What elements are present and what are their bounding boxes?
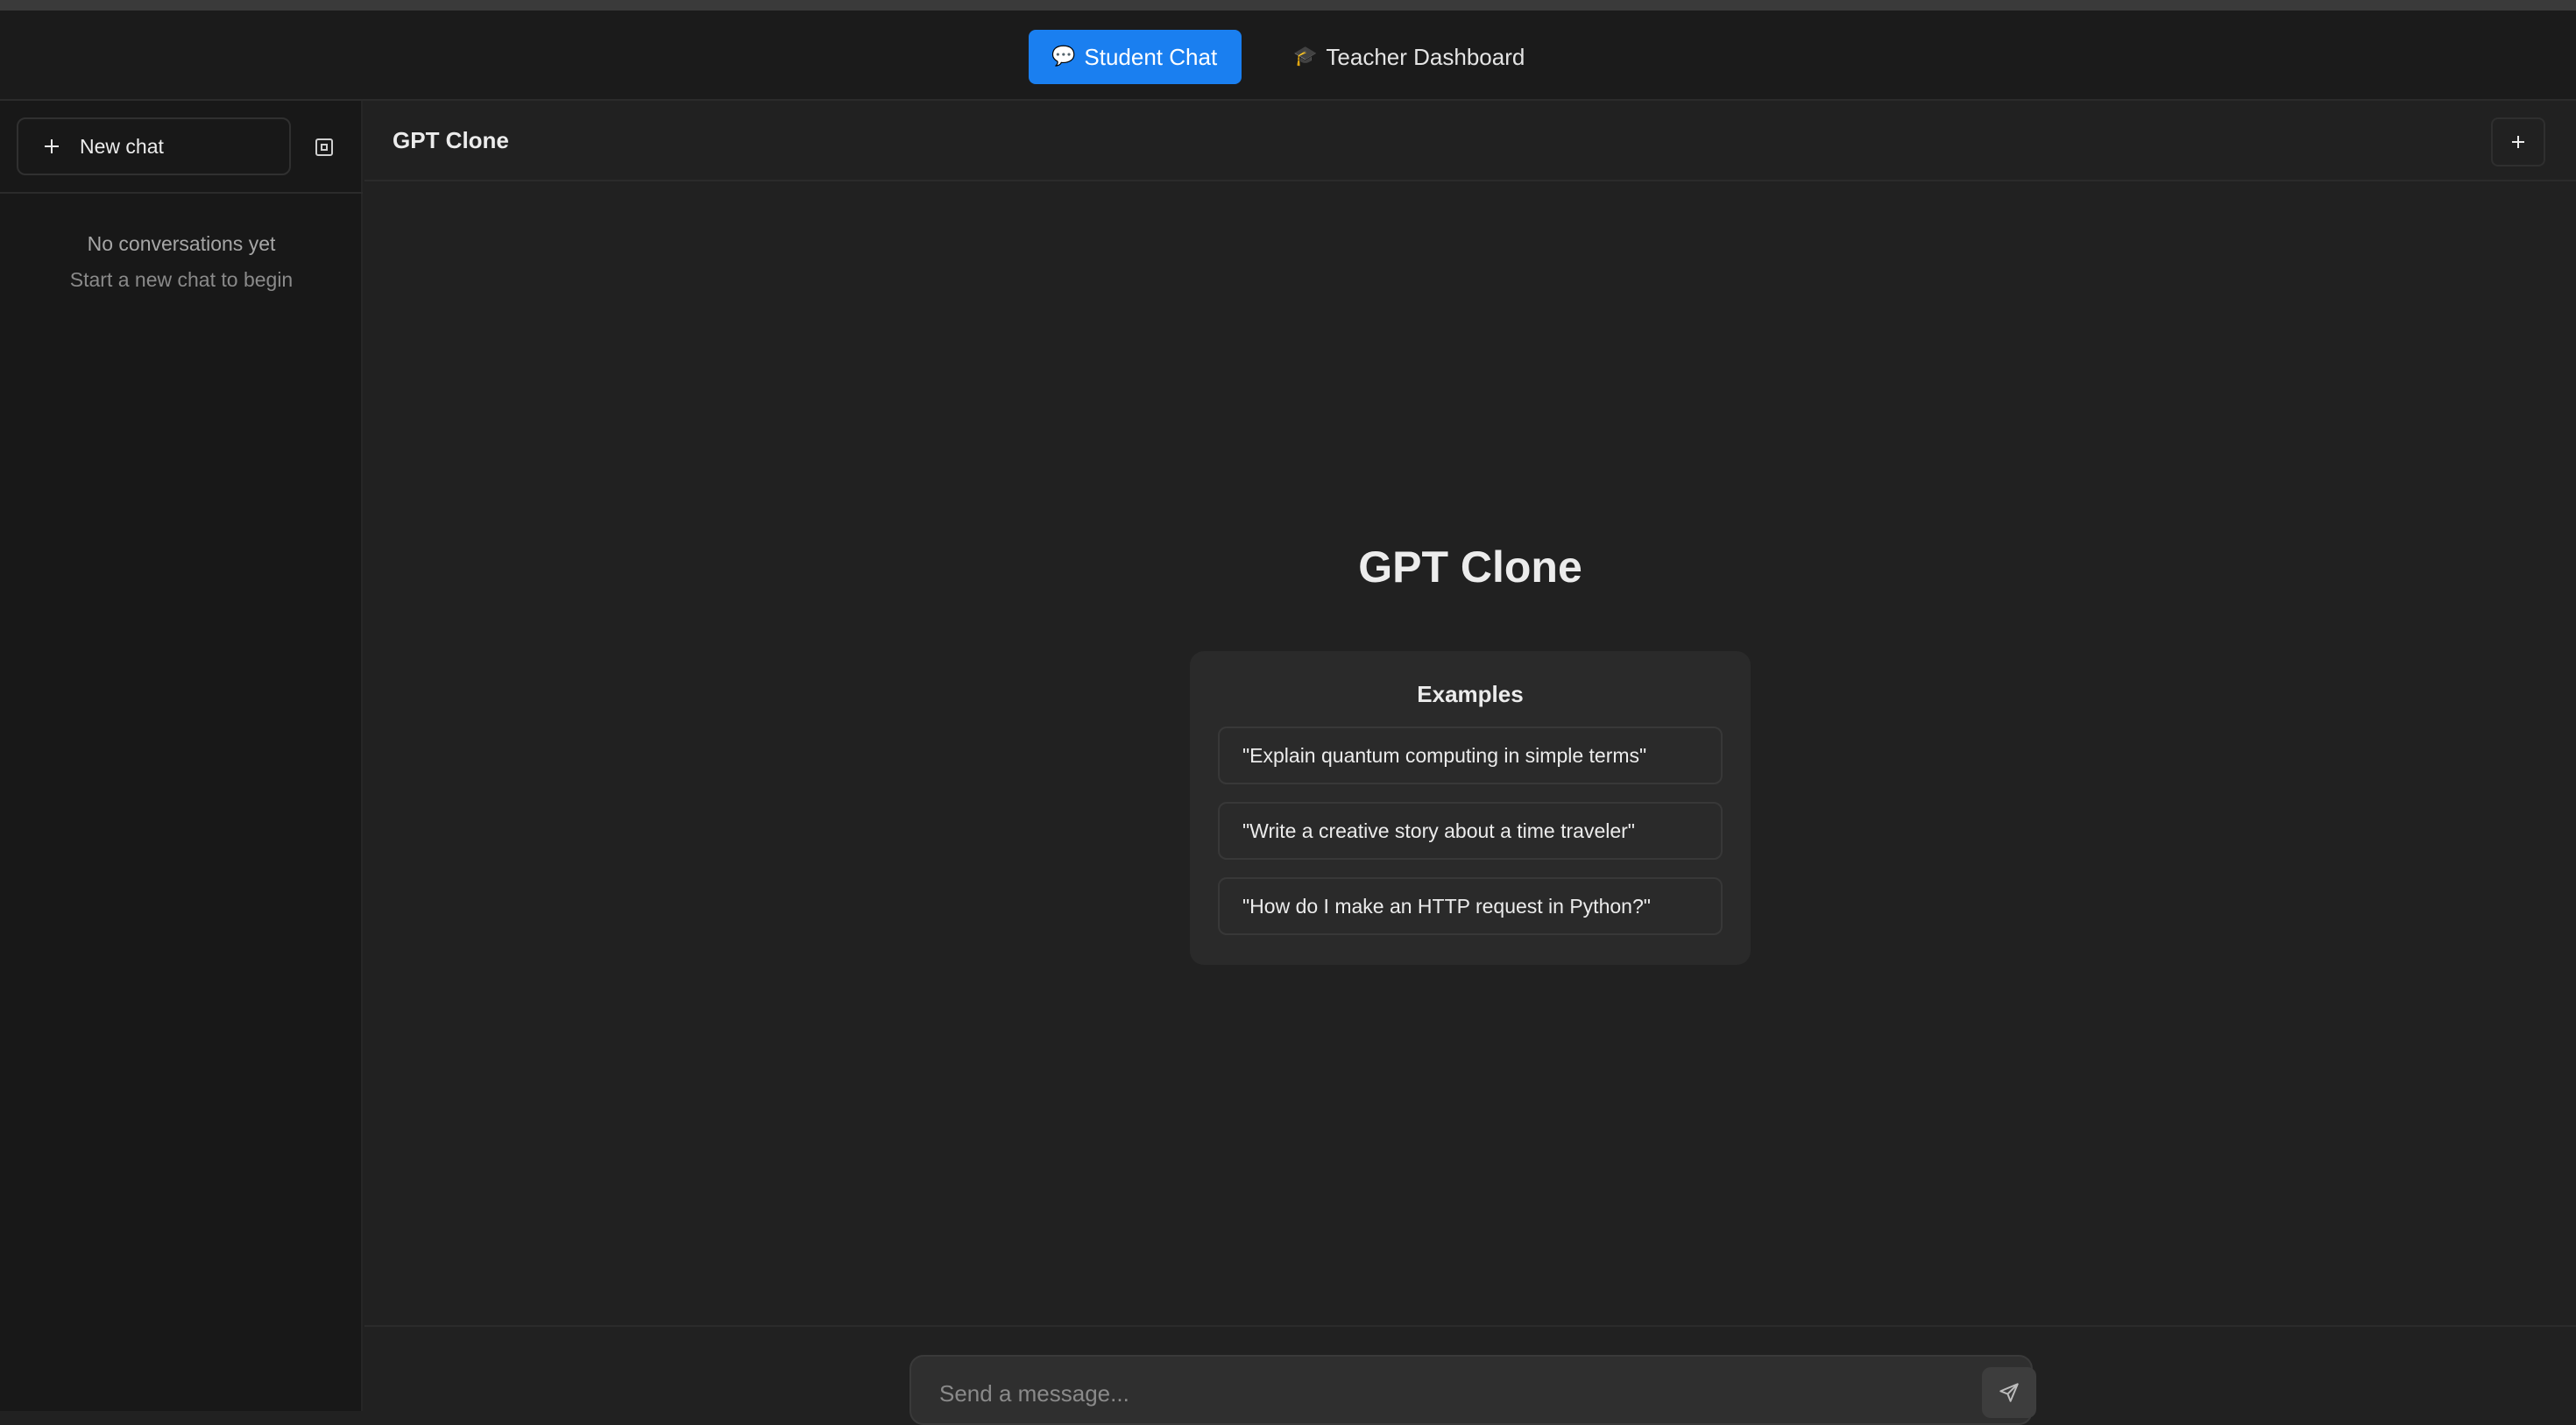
message-composer bbox=[909, 1355, 2036, 1425]
example-prompt[interactable]: "Explain quantum computing in simple ter… bbox=[1218, 727, 1723, 784]
page-title: GPT Clone bbox=[393, 127, 509, 153]
chat-main: GPT Clone GPT Clone Examples "Explain qu… bbox=[364, 101, 2576, 1425]
example-prompt[interactable]: "Write a creative story about a time tra… bbox=[1218, 802, 1723, 860]
sidebar-header: New chat bbox=[0, 101, 363, 194]
examples-card: Examples "Explain quantum computing in s… bbox=[1190, 651, 1751, 965]
example-prompt[interactable]: "How do I make an HTTP request in Python… bbox=[1218, 877, 1723, 935]
empty-state-subtitle: Start a new chat to begin bbox=[69, 268, 294, 291]
chat-header: GPT Clone bbox=[364, 101, 2576, 181]
app-top-nav: 💬 Student Chat 🎓 Teacher Dashboard bbox=[0, 11, 2576, 101]
empty-state-title: No conversations yet bbox=[87, 232, 276, 255]
new-chat-button[interactable]: New chat bbox=[17, 117, 291, 175]
toggle-sidebar-button[interactable] bbox=[308, 131, 340, 163]
sidebar-toggle-icon bbox=[315, 138, 333, 156]
composer-area bbox=[364, 1325, 2576, 1425]
tab-student-chat-label: Student Chat bbox=[1084, 43, 1218, 70]
send-icon bbox=[1999, 1383, 2019, 1402]
new-chat-header-button[interactable] bbox=[2491, 117, 2545, 167]
tab-teacher-dashboard-label: Teacher Dashboard bbox=[1326, 43, 1525, 70]
message-input[interactable] bbox=[939, 1376, 1947, 1411]
conversations-empty-state: No conversations yet Start a new chat to… bbox=[0, 232, 363, 292]
plus-icon bbox=[2512, 136, 2524, 148]
send-button[interactable] bbox=[1982, 1367, 2036, 1418]
plus-icon bbox=[45, 139, 59, 153]
new-chat-label: New chat bbox=[80, 134, 164, 158]
tab-teacher-dashboard[interactable]: 🎓 Teacher Dashboard bbox=[1270, 30, 1533, 84]
hero-title: GPT Clone bbox=[1358, 542, 1582, 592]
sidebar: New chat No conversations yet Start a ne… bbox=[0, 101, 363, 1411]
graduation-cap-icon: 🎓 bbox=[1293, 46, 1318, 67]
examples-title: Examples bbox=[1417, 681, 1524, 707]
speech-bubble-icon: 💬 bbox=[1051, 46, 1076, 67]
tab-student-chat[interactable]: 💬 Student Chat bbox=[1029, 30, 1242, 84]
window-top-strip bbox=[0, 0, 2576, 11]
